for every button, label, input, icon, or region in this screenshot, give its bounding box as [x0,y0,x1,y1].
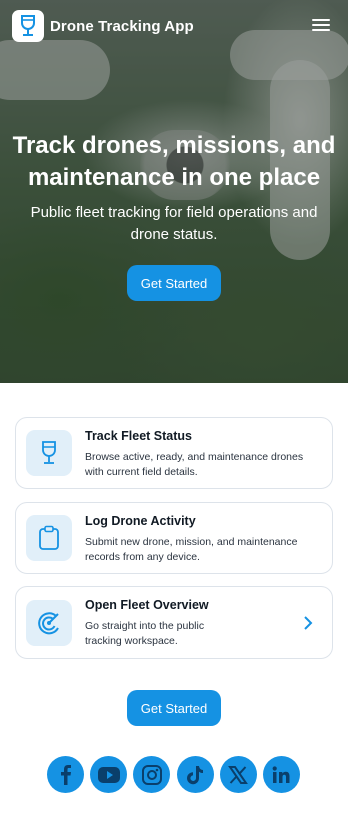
feature-description: Submit new drone, mission, and maintenan… [85,536,298,563]
chevron-right-icon[interactable] [302,615,314,631]
get-started-button[interactable]: Get Started [127,265,221,301]
feature-card-fleet-overview[interactable]: Open Fleet Overview Go straight into the… [15,586,333,659]
drone-glass-icon [26,430,72,476]
x-icon[interactable] [219,756,257,793]
feature-title: Track Fleet Status [85,429,192,443]
instagram-icon[interactable] [133,756,171,793]
facebook-icon[interactable] [47,756,84,793]
tiktok-icon[interactable] [176,756,214,793]
feature-title: Open Fleet Overview [85,598,209,612]
feature-description: Go straight into the public tracking wor… [85,620,205,647]
hamburger-icon[interactable] [312,16,330,36]
feature-description: Browse active, ready, and maintenance dr… [85,451,304,478]
feature-title: Log Drone Activity [85,514,196,528]
drone-glass-icon[interactable] [12,10,44,42]
feature-card-log-activity[interactable]: Log Drone Activity Submit new drone, mis… [15,502,333,574]
youtube-icon[interactable] [90,756,128,793]
hero-title: Track drones, missions, and maintenance … [12,132,336,191]
hero-subtitle: Public fleet tracking for field operatio… [30,204,318,243]
feature-card-track-fleet[interactable]: Track Fleet Status Browse active, ready,… [15,417,333,489]
linkedin-icon[interactable] [262,756,300,793]
social-links [47,756,306,793]
hero-section: Drone Tracking App Track drones, mission… [0,0,348,383]
app-name[interactable]: Drone Tracking App [50,18,194,35]
radar-icon [26,600,72,646]
top-bar: Drone Tracking App [12,10,338,42]
clipboard-icon [26,515,72,561]
footer-get-started-button[interactable]: Get Started [127,690,221,726]
